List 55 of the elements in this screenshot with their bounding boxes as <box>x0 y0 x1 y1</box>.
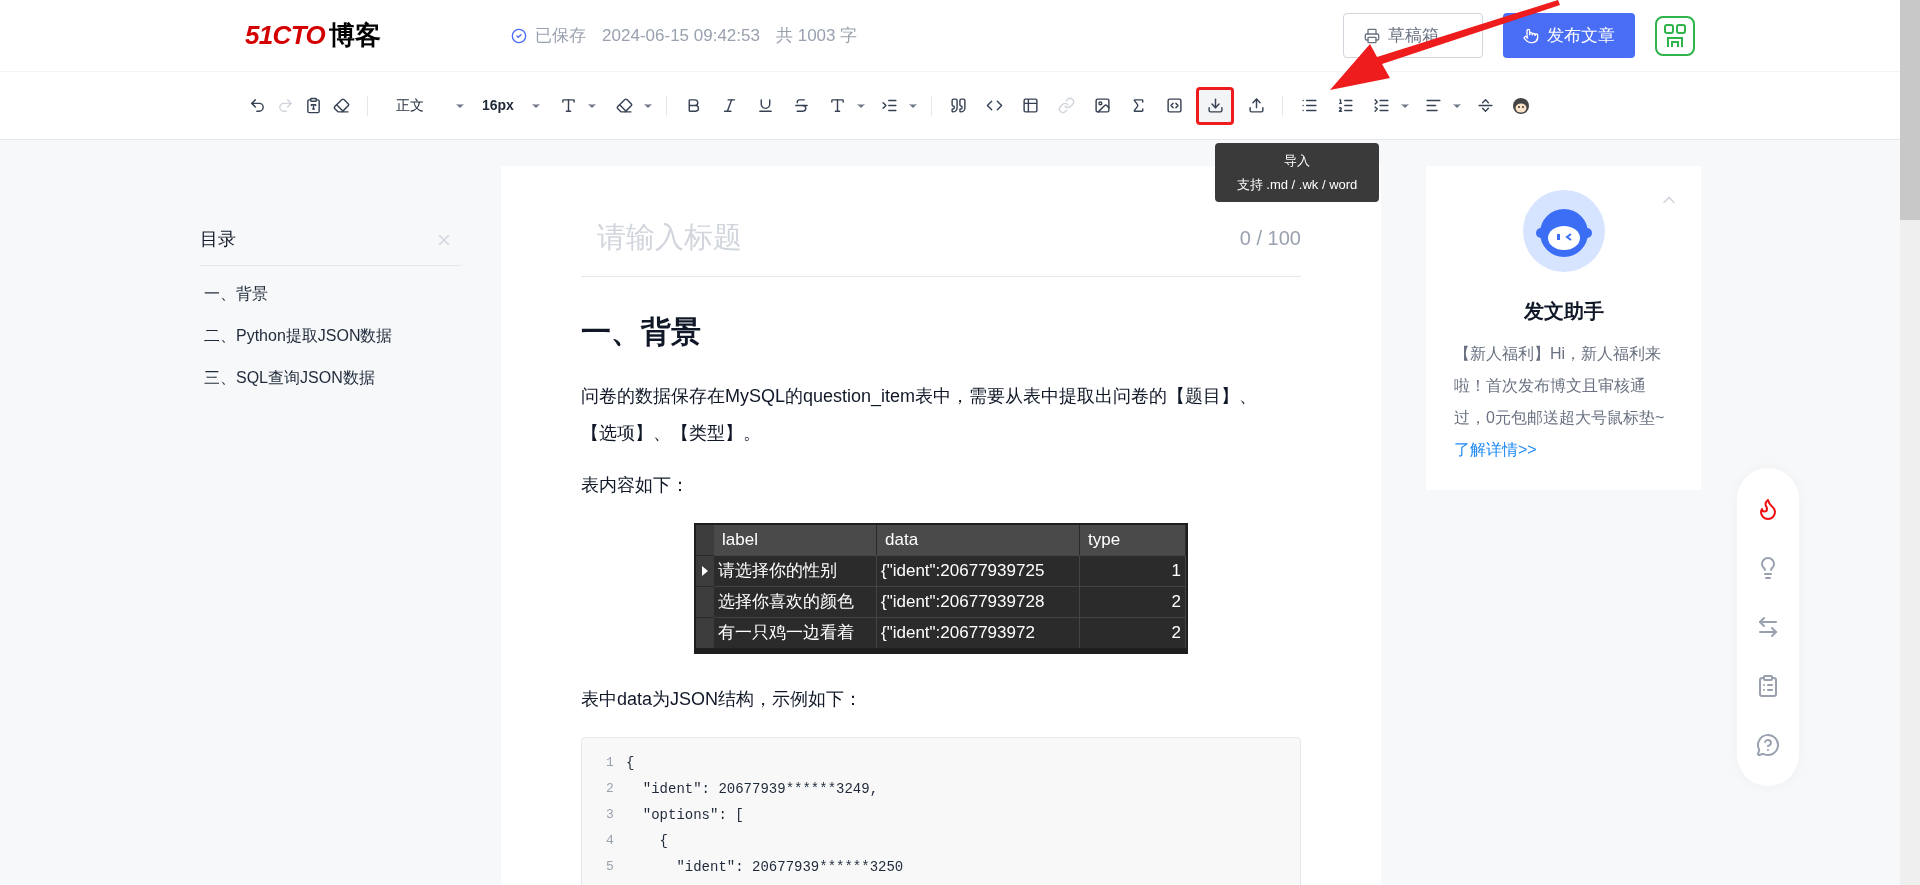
code-line: "ident": 20677939******3250 <box>675 857 904 877</box>
code-line: { <box>658 831 668 851</box>
table-cell: {"ident":20677939728 <box>877 585 1080 617</box>
line-number: 3 <box>606 805 615 824</box>
toc-item[interactable]: 一、背景 <box>200 282 461 306</box>
user-avatar[interactable] <box>1655 15 1695 56</box>
details-link[interactable]: 了解详情>> <box>1454 441 1537 458</box>
line-number: 5 <box>606 857 615 876</box>
table-cell: 2 <box>1080 585 1186 617</box>
code-line: "options": [ <box>641 805 744 825</box>
table-cell: 有一只鸡一边看着 <box>714 616 877 648</box>
paragraph-style-dropdown[interactable]: 正文 <box>396 95 466 116</box>
code-line: "ident": 20677939******3249, <box>641 779 879 799</box>
save-time: 2024-06-15 09:42:53 <box>602 24 760 47</box>
line-number: 2 <box>606 779 615 798</box>
import-button[interactable] <box>1196 86 1234 125</box>
section-heading: 一、背景 <box>581 313 702 350</box>
code-line: { <box>626 753 635 773</box>
scrollbar-thumb[interactable] <box>1900 0 1920 220</box>
line-number: 4 <box>606 831 615 850</box>
logo-mark: 51CTO <box>245 19 326 52</box>
title-counter: 0 / 100 <box>1239 225 1301 251</box>
swap-icon[interactable] <box>1756 615 1780 639</box>
download-icon <box>1206 97 1224 114</box>
word-count: 共 1003 字 <box>775 24 858 47</box>
table-cell: {"ident":2067793972 <box>877 616 1080 648</box>
table-cell: 请选择你的性别 <box>714 554 877 586</box>
logo-text: 博客 <box>329 19 382 52</box>
row-pointer-icon <box>701 564 709 577</box>
tooltip-title: 导入 <box>1283 152 1311 170</box>
table-cell: 1 <box>1080 554 1186 586</box>
table-cell: 选择你喜欢的颜色 <box>714 585 877 617</box>
font-size-dropdown[interactable]: 16px <box>482 95 542 116</box>
publish-button[interactable]: 发布文章 <box>1503 13 1635 58</box>
toc-item[interactable]: 三、SQL查询JSON数据 <box>200 366 461 390</box>
tooltip-text: 支持 .md / .wk / word <box>1235 175 1359 194</box>
paragraph: 表内容如下： <box>581 473 690 497</box>
paragraph: 表中data为JSON结构，示例如下： <box>581 687 864 711</box>
assistant-text: 【新人福利】Hi，新人福利来啦！首次发布博文且审核通过，0元包邮送超大号鼠标垫~ 了解详情>> <box>1454 344 1666 460</box>
line-number: 1 <box>606 753 615 772</box>
monkey-mascot-icon <box>1522 190 1605 272</box>
toc-title: 目录 <box>200 228 236 251</box>
help-icon[interactable] <box>1756 732 1780 757</box>
check-icon <box>511 27 528 44</box>
column-header: label <box>714 524 877 555</box>
toc-item[interactable]: 二、Python提取JSON数据 <box>200 324 461 348</box>
column-header: data <box>877 524 1080 555</box>
column-header: type <box>1080 524 1186 555</box>
clipboard-icon[interactable] <box>1756 673 1780 698</box>
paragraph: 问卷的数据保存在MySQL的question_item表中，需要从表中提取出问卷的【题目】、【选项】、【类型】。 <box>581 384 1259 445</box>
table-cell: 2 <box>1080 616 1186 648</box>
assistant-title: 发文助手 <box>1522 299 1605 324</box>
table-cell: {"ident":20677939725 <box>877 554 1080 586</box>
save-status: 已保存 <box>535 24 587 47</box>
pointer-icon <box>1523 27 1539 44</box>
